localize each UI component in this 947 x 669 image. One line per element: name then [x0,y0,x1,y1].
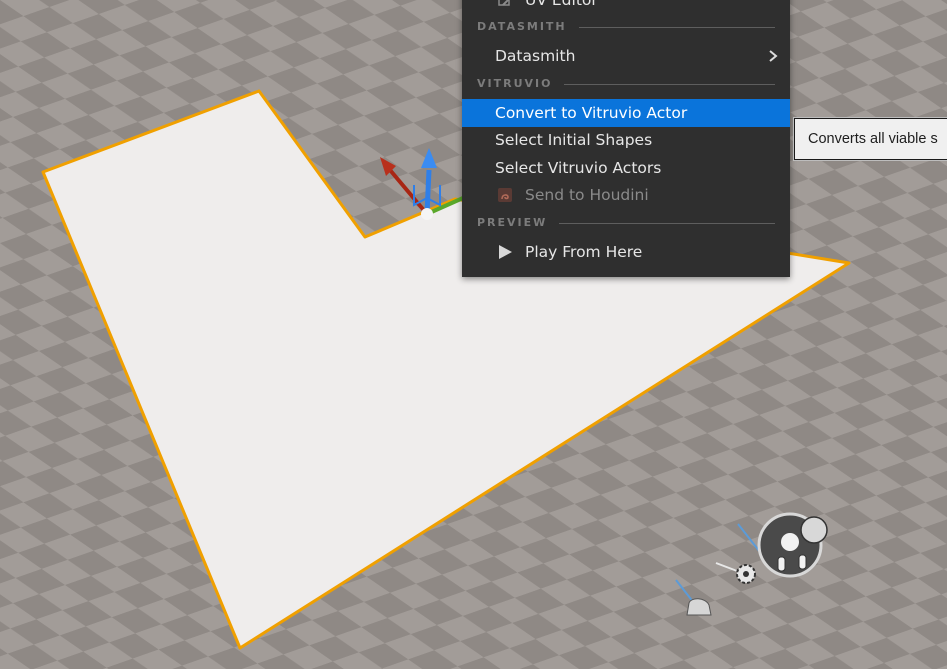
menu-item-convert-to-vitruvio-actor[interactable]: Convert to Vitruvio Actor [462,99,790,127]
menu-item-select-initial-shapes-label: Select Initial Shapes [495,131,653,149]
section-label-datasmith: DATASMITH [477,20,579,34]
menu-item-datasmith[interactable]: Datasmith [462,42,790,70]
houdini-icon [498,188,512,202]
menu-item-uv-editor[interactable]: UV Editor [462,0,790,14]
menu-item-send-to-houdini[interactable]: Send to Houdini [462,181,790,209]
section-preview: PREVIEW [477,216,775,230]
menu-item-datasmith-label: Datasmith [495,47,576,65]
menu-item-select-vitruvio-actors[interactable]: Select Vitruvio Actors [462,154,790,182]
tooltip-text: Converts all viable s [808,131,938,147]
section-label-preview: PREVIEW [477,216,560,230]
play-icon [499,245,512,259]
menu-item-send-to-houdini-label: Send to Houdini [525,186,649,204]
menu-item-uv-editor-label: UV Editor [525,0,598,9]
viewport-context-menu: UV Editor DATASMITH Datasmith VITRUVIO C… [462,0,790,277]
chevron-right-icon [769,50,778,62]
section-vitruvio: VITRUVIO [477,77,775,91]
menu-item-select-initial-shapes[interactable]: Select Initial Shapes [462,126,790,154]
menu-item-convert-label: Convert to Vitruvio Actor [495,104,688,122]
menu-item-select-vitruvio-actors-label: Select Vitruvio Actors [495,159,662,177]
section-label-vitruvio: VITRUVIO [477,77,565,91]
menu-item-play-from-here-label: Play From Here [525,243,643,261]
convert-tooltip: Converts all viable s [794,118,947,160]
section-datasmith: DATASMITH [477,20,775,34]
menu-item-play-from-here[interactable]: Play From Here [462,238,790,266]
uv-editor-icon [498,0,510,6]
